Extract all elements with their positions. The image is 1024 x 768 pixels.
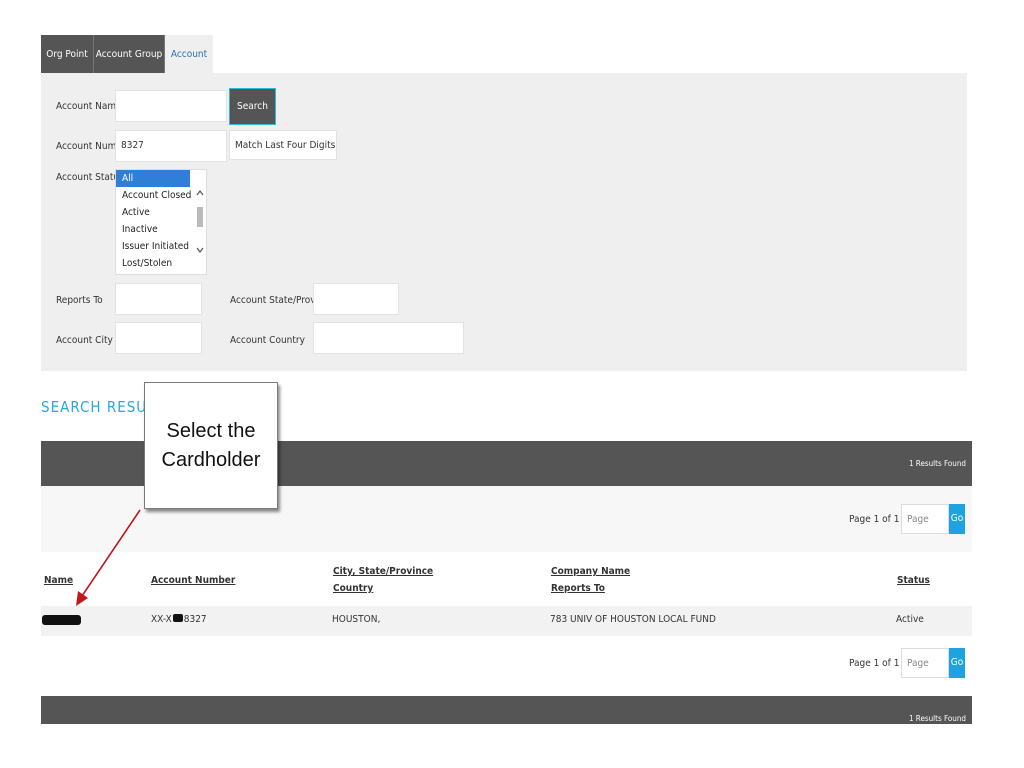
callout-arrow-icon [76, 509, 141, 606]
